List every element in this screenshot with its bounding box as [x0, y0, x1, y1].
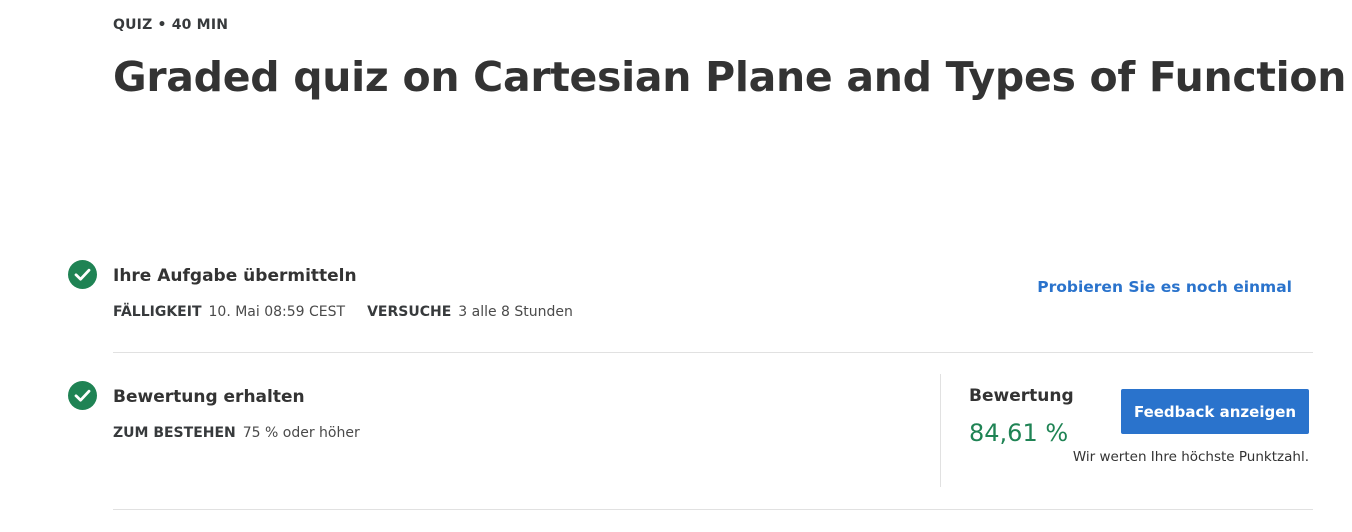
step-grade-details: ZUM BESTEHEN 75 % oder höher: [113, 425, 382, 441]
attempts-value: 3 alle 8 Stunden: [458, 304, 573, 320]
due-value: 10. Mai 08:59 CEST: [208, 304, 346, 320]
checkmark-circle-icon: [68, 260, 97, 289]
grade-value: 84,61 %: [969, 419, 1069, 447]
step-grade-heading: Bewertung erhalten: [113, 387, 305, 407]
due-label: FÄLLIGKEIT: [113, 304, 202, 320]
retry-link[interactable]: Probieren Sie es noch einmal: [1037, 278, 1292, 296]
pass-value: 75 % oder höher: [242, 425, 360, 441]
quiz-meta: QUIZ • 40 MIN: [113, 17, 229, 33]
attempts-label: VERSUCHE: [367, 304, 452, 320]
vertical-divider: [940, 374, 941, 487]
divider: [113, 352, 1313, 353]
page-title: Graded quiz on Cartesian Plane and Types…: [113, 53, 1347, 101]
checkmark-circle-icon: [68, 381, 97, 410]
divider: [113, 509, 1313, 510]
pass-label: ZUM BESTEHEN: [113, 425, 236, 441]
grade-note: Wir werten Ihre höchste Punktzahl.: [1072, 449, 1309, 465]
step-submit-heading: Ihre Aufgabe übermitteln: [113, 266, 357, 286]
step-submit-details: FÄLLIGKEIT 10. Mai 08:59 CEST VERSUCHE 3 al…: [113, 304, 595, 320]
view-feedback-button[interactable]: Feedback anzeigen: [1121, 389, 1309, 434]
grade-label: Bewertung: [969, 386, 1074, 406]
